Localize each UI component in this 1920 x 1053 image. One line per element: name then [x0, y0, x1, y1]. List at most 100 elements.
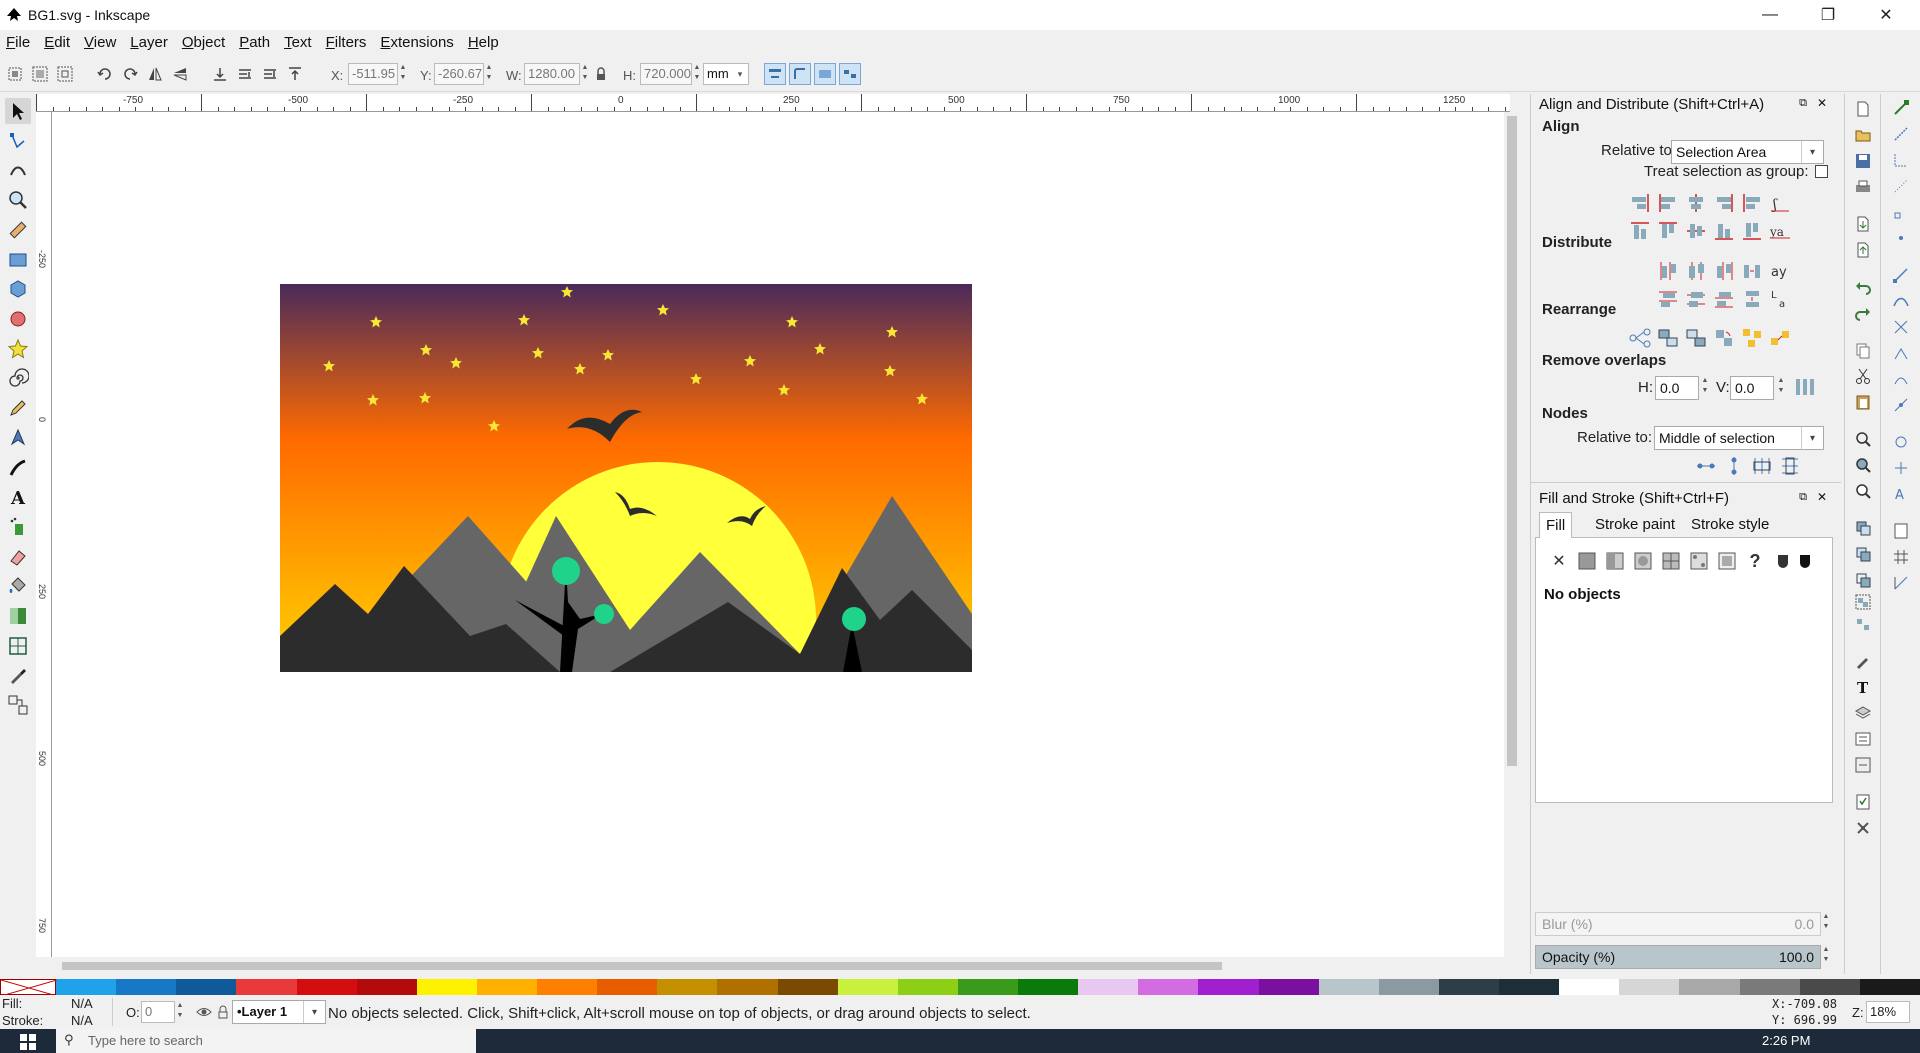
- color-swatch[interactable]: [1078, 979, 1139, 995]
- panel-iconify-icon[interactable]: ⧉: [1794, 94, 1812, 112]
- calligraphy-tool-icon[interactable]: [5, 455, 31, 481]
- snap-centers-icon[interactable]: [1891, 432, 1911, 452]
- color-swatch[interactable]: [356, 979, 417, 995]
- lock-icon[interactable]: [212, 1001, 234, 1023]
- select-all-icon[interactable]: [4, 63, 26, 85]
- tweak-tool-icon[interactable]: [5, 157, 31, 183]
- align-nodes-vertical-icon[interactable]: [1721, 453, 1747, 479]
- color-swatch[interactable]: [116, 979, 177, 995]
- blur-slider[interactable]: Blur (%) 0.0: [1535, 912, 1821, 936]
- color-swatch[interactable]: [1438, 979, 1499, 995]
- color-swatch[interactable]: [1378, 979, 1439, 995]
- import-icon[interactable]: [1853, 214, 1873, 234]
- distribute-gaps-icon[interactable]: [1739, 258, 1765, 284]
- vertical-scrollbar[interactable]: [1504, 112, 1520, 957]
- document-properties-icon[interactable]: [1853, 818, 1873, 838]
- snap-bbox-midpoints-icon[interactable]: [1891, 202, 1911, 222]
- color-swatch[interactable]: [1018, 979, 1079, 995]
- horizontal-ruler[interactable]: -750 -500 -250 0 250 500 750 1000 1250: [36, 94, 1510, 112]
- overlap-v-field[interactable]: 0.0: [1730, 376, 1774, 400]
- snap-midpoints-icon[interactable]: [1891, 395, 1911, 415]
- pen-tool-icon[interactable]: [5, 425, 31, 451]
- vertical-ruler[interactable]: -250 0 250 500 750: [36, 112, 52, 957]
- snap-bbox-corners-icon[interactable]: [1891, 176, 1911, 196]
- color-swatch[interactable]: [1559, 979, 1620, 995]
- overlap-v-stepper-icon[interactable]: ▲ ▼: [1776, 376, 1786, 398]
- transform-gradients-icon[interactable]: [814, 63, 836, 85]
- center-vertical-axis-icon[interactable]: [1683, 190, 1709, 216]
- menu-extensions[interactable]: Extensions: [380, 34, 453, 51]
- tab-stroke-style[interactable]: Stroke style: [1687, 512, 1773, 538]
- zoom-field[interactable]: 18%: [1866, 1001, 1910, 1023]
- align-left-edge-to-right-icon[interactable]: [1739, 190, 1765, 216]
- distribute-baseline-vertical-icon[interactable]: La: [1767, 286, 1793, 312]
- graph-layout-icon[interactable]: [1627, 325, 1653, 351]
- opacity-stepper-icon[interactable]: ▲ ▼: [1821, 945, 1831, 967]
- stroke-value[interactable]: N/A: [71, 1013, 93, 1028]
- snap-bbox-edges-icon[interactable]: [1891, 150, 1911, 170]
- h-field[interactable]: 720.000: [640, 63, 692, 85]
- color-swatch[interactable]: [1799, 979, 1860, 995]
- transform-patterns-icon[interactable]: [839, 63, 861, 85]
- duplicate-icon[interactable]: [1853, 518, 1873, 538]
- preferences-icon[interactable]: [1853, 792, 1873, 812]
- exchange-selection-order-icon[interactable]: [1655, 325, 1681, 351]
- color-swatch[interactable]: [476, 979, 537, 995]
- unclump-icon[interactable]: [1767, 325, 1793, 351]
- align-baseline-text-icon[interactable]: ʃ: [1767, 190, 1793, 216]
- color-swatch[interactable]: [597, 979, 658, 995]
- color-swatch[interactable]: [777, 979, 838, 995]
- no-color-swatch[interactable]: [0, 979, 58, 997]
- snap-intersections-icon[interactable]: [1891, 317, 1911, 337]
- close-icon[interactable]: ✕: [1813, 488, 1831, 506]
- snap-paths-icon[interactable]: [1891, 291, 1911, 311]
- tab-stroke-paint[interactable]: Stroke paint: [1591, 512, 1679, 538]
- layers-icon[interactable]: [1853, 703, 1873, 723]
- tab-fill[interactable]: Fill: [1539, 512, 1573, 538]
- color-swatch[interactable]: [1258, 979, 1319, 995]
- align-bottom-edges-icon[interactable]: [1711, 218, 1737, 244]
- menu-file[interactable]: File: [6, 34, 30, 51]
- color-swatch[interactable]: [236, 979, 297, 995]
- zoom-page-icon[interactable]: [1853, 481, 1873, 501]
- raise-icon[interactable]: [259, 63, 281, 85]
- zoom-drawing-icon[interactable]: [1853, 455, 1873, 475]
- drawing-canvas[interactable]: [52, 112, 1504, 957]
- distribute-baseline-icon[interactable]: ay: [1767, 258, 1793, 284]
- opacity-slider[interactable]: Opacity (%) 100.0: [1535, 945, 1821, 969]
- align-left-edges-icon[interactable]: [1655, 190, 1681, 216]
- layer-select[interactable]: •Layer 1 ▾: [232, 1000, 326, 1024]
- mesh-tool-icon[interactable]: [5, 633, 31, 659]
- text-font-icon[interactable]: T: [1853, 677, 1873, 697]
- artwork[interactable]: [280, 284, 972, 672]
- lower-icon[interactable]: [234, 63, 256, 85]
- distribute-vertical-gaps-icon[interactable]: [1739, 286, 1765, 312]
- unset-paint-icon[interactable]: ?: [1742, 548, 1768, 574]
- snap-cusp-nodes-icon[interactable]: [1891, 343, 1911, 363]
- overlap-h-field[interactable]: 0.0: [1655, 376, 1699, 400]
- menu-text[interactable]: Text: [284, 34, 312, 51]
- status-opacity-stepper-icon[interactable]: ▲ ▼: [175, 1001, 185, 1023]
- xml-editor-icon[interactable]: [1853, 651, 1873, 671]
- zoom-tool-icon[interactable]: [5, 187, 31, 213]
- no-paint-icon[interactable]: ✕: [1546, 548, 1572, 574]
- color-swatch[interactable]: [957, 979, 1018, 995]
- horizontal-scrollbar[interactable]: [52, 957, 1504, 975]
- treat-as-group-checkbox[interactable]: [1815, 165, 1828, 178]
- print-icon[interactable]: [1853, 177, 1873, 197]
- color-swatch[interactable]: [176, 979, 237, 995]
- menu-object[interactable]: Object: [182, 34, 225, 51]
- y-stepper-icon[interactable]: ▲ ▼: [484, 63, 494, 85]
- color-swatch[interactable]: [416, 979, 477, 995]
- flip-horizontal-icon[interactable]: [144, 63, 166, 85]
- center-horizontal-axis-icon[interactable]: [1683, 218, 1709, 244]
- linear-gradient-icon[interactable]: [1602, 548, 1628, 574]
- text-tool-icon[interactable]: A: [5, 484, 31, 510]
- snap-page-border-icon[interactable]: [1891, 521, 1911, 541]
- measure-tool-icon[interactable]: [5, 217, 31, 243]
- align-top-edges-icon[interactable]: [1655, 218, 1681, 244]
- distribute-middle-icon[interactable]: [1683, 286, 1709, 312]
- node-tool-icon[interactable]: [5, 128, 31, 154]
- color-swatch[interactable]: [1138, 979, 1199, 995]
- pencil-tool-icon[interactable]: [5, 395, 31, 421]
